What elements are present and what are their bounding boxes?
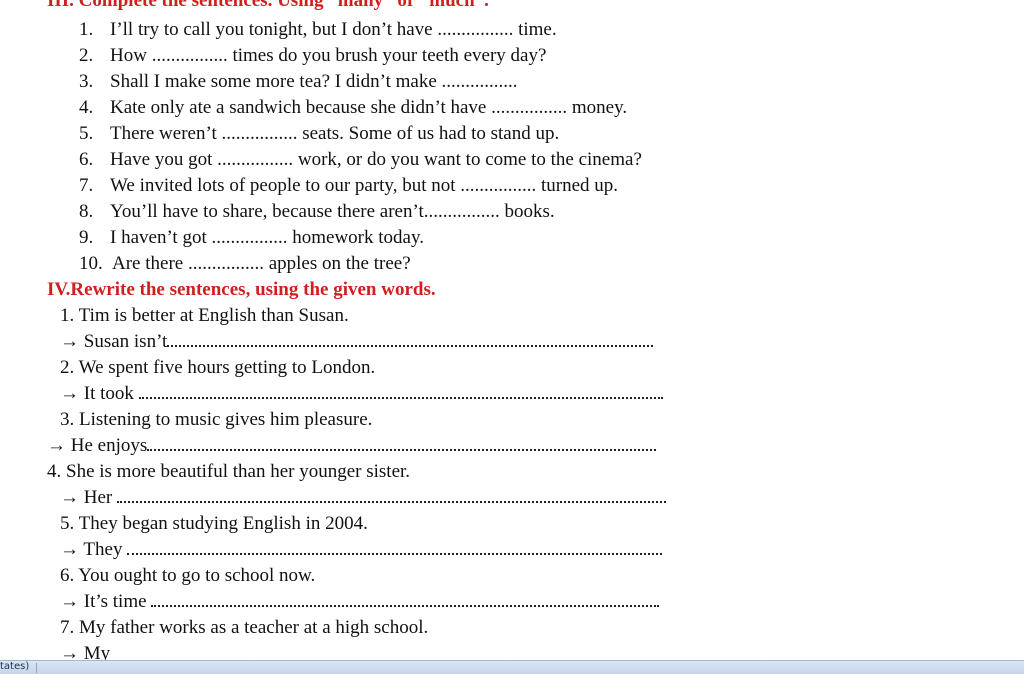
rewrite-answer-line: → It took [60, 383, 663, 405]
item-number: 6. [79, 149, 94, 170]
item-text-before: Kate only ate a sandwich because she did… [110, 97, 487, 118]
exercise-3-item: 6. Have you got ................ work, or… [79, 149, 642, 171]
exercise-3-item: 3. Shall I make some more tea? I didn’t m… [79, 71, 518, 93]
item-text-after: turned up. [541, 175, 619, 196]
item-number: 2. [79, 45, 94, 66]
answer-blank [116, 487, 666, 503]
answer-prompt: → Her [60, 487, 113, 508]
section-3-heading: III. Complete the sentences. Using “many… [47, 0, 489, 11]
item-blank: ................ [187, 253, 264, 274]
item-text-before: Shall I make some more tea? I didn’t mak… [110, 71, 437, 92]
item-text-before: Have you got [110, 149, 213, 170]
answer-prompt: → It took [60, 383, 134, 404]
item-text-after: work, or do you want to come to the cine… [297, 149, 642, 170]
rewrite-sentence: 6. You ought to go to school now. [60, 565, 316, 586]
rewrite-answer-line: → He enjoys [47, 435, 657, 457]
item-blank: ................ [217, 149, 294, 170]
exercise-3-item: 5. There weren’t ................ seats. … [79, 123, 559, 145]
item-text-before: I haven’t got [110, 227, 207, 248]
item-number: 9. [79, 227, 94, 248]
rewrite-sentence: 4. She is more beautiful than her younge… [47, 461, 411, 482]
item-text-after: homework today. [292, 227, 424, 248]
item-blank: ................ [151, 45, 228, 66]
item-blank: ................ [211, 227, 288, 248]
answer-prompt: → It’s time [60, 591, 147, 612]
rewrite-sentence: 1. Tim is better at English than Susan. [60, 305, 349, 326]
item-text-after: money. [571, 97, 628, 118]
item-number: 3. [79, 71, 94, 92]
answer-blank [147, 435, 657, 451]
item-text-after: books. [504, 201, 555, 222]
exercise-3-item: 10. Are there ................ apples on … [79, 253, 411, 275]
exercise-3-item: 4. Kate only ate a sandwich because she d… [79, 97, 627, 119]
exercise-3-item: 8. You’ll have to share, because there ar… [79, 201, 555, 223]
item-number: 4. [79, 97, 94, 118]
item-text-before: How [110, 45, 147, 66]
exercise-3-item: 9. I haven’t got ................ homewor… [79, 227, 424, 249]
rewrite-sentence: 2. We spent five hours getting to London… [60, 357, 376, 378]
item-blank: ............... [428, 201, 500, 222]
rewrite-answer-line: → My [60, 643, 110, 660]
item-blank: ................ [221, 123, 298, 144]
answer-blank [151, 591, 660, 607]
item-blank: ................ [460, 175, 537, 196]
item-number: 10. [79, 253, 103, 274]
item-text-before: I’ll try to call you tonight, but I don’… [110, 19, 433, 40]
exercise-3-item: 7. We invited lots of people to our party… [79, 175, 618, 197]
item-text-before: Are there [112, 253, 184, 274]
answer-blank [127, 539, 663, 555]
answer-prompt: → My [60, 643, 111, 660]
rewrite-answer-line: → They [60, 539, 663, 561]
item-number: 8. [79, 201, 94, 222]
item-blank: ................ [437, 19, 514, 40]
item-blank: ................ [491, 97, 568, 118]
item-text-before: There weren’t [110, 123, 217, 144]
rewrite-answer-line: → Her [60, 487, 666, 509]
exercise-3-item: 1. I’ll try to call you tonight, but I do… [79, 19, 557, 41]
status-bar-language[interactable]: tates) [0, 661, 29, 673]
rewrite-answer-line: → Susan isn’t [60, 331, 654, 353]
item-text-before: You’ll have to share, because there aren… [110, 201, 429, 222]
rewrite-answer-line: → It’s time [60, 591, 660, 613]
item-text-after: time. [518, 19, 557, 40]
item-text-after: apples on the tree? [268, 253, 411, 274]
rewrite-sentence: 7. My father works as a teacher at a hig… [60, 617, 429, 638]
status-bar: tates) [0, 660, 1024, 674]
answer-blank [167, 331, 654, 347]
answer-prompt: → They [60, 539, 123, 560]
item-text-after: times do you brush your teeth every day? [232, 45, 547, 66]
rewrite-sentence: 3. Listening to music gives him pleasure… [60, 409, 373, 430]
item-blank: ................ [441, 71, 518, 92]
item-text-after: seats. Some of us had to stand up. [302, 123, 560, 144]
exercise-3-item: 2. How ................ times do you brus… [79, 45, 546, 67]
answer-prompt: → He enjoys [47, 435, 148, 456]
item-number: 5. [79, 123, 94, 144]
rewrite-sentence: 5. They began studying English in 2004. [60, 513, 368, 534]
document-page: III. Complete the sentences. Using “many… [0, 0, 1024, 660]
item-text-before: We invited lots of people to our party, … [110, 175, 456, 196]
item-number: 7. [79, 175, 94, 196]
section-4-heading: IV.Rewrite the sentences, using the give… [47, 279, 436, 300]
answer-prompt: → Susan isn’t [60, 331, 168, 352]
status-bar-separator [36, 663, 37, 673]
item-number: 1. [79, 19, 94, 40]
answer-blank [138, 383, 663, 399]
